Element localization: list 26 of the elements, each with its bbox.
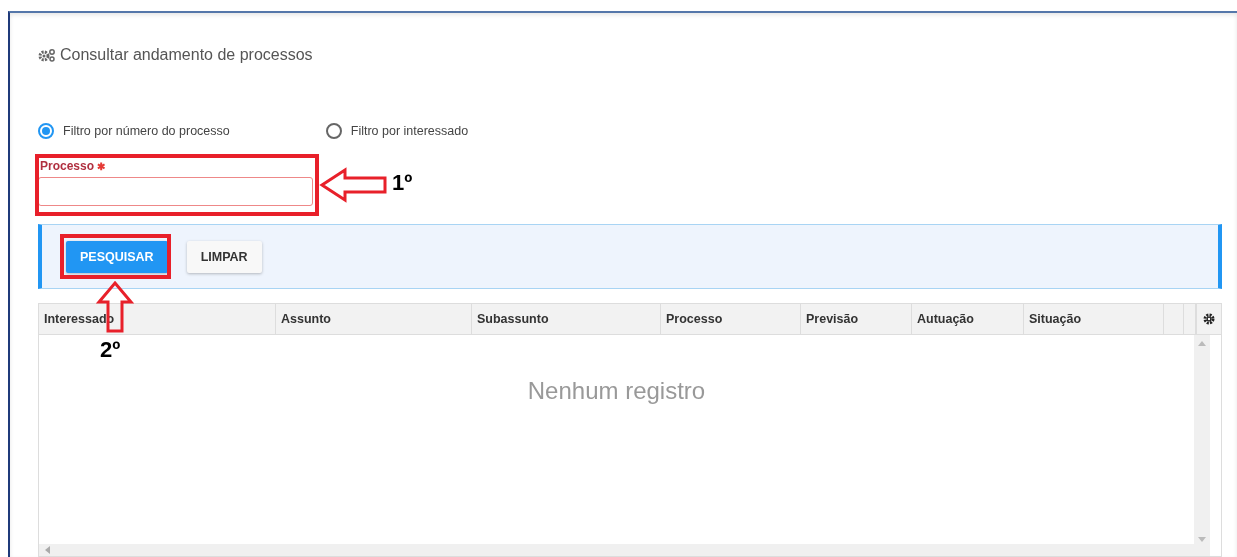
scroll-left-icon[interactable]	[45, 546, 50, 554]
step-number: 1º	[392, 170, 413, 196]
column-header[interactable]: Autuação	[912, 304, 1024, 334]
page-title: Consultar andamento de processos	[60, 46, 313, 64]
scroll-up-icon[interactable]	[1198, 341, 1206, 346]
radio-button[interactable]	[325, 123, 342, 139]
column-header[interactable]: Assunto	[276, 304, 472, 334]
radio-button[interactable]	[38, 123, 54, 139]
clear-button[interactable]: LIMPAR	[186, 240, 262, 273]
input-field[interactable]	[38, 177, 313, 206]
column-header[interactable]: Processo	[661, 304, 801, 334]
radio-label: Filtro por número do processo	[63, 124, 230, 138]
required-mark: ✱	[97, 161, 106, 172]
vertical-scrollbar[interactable]	[1194, 335, 1210, 556]
horizontal-scrollbar[interactable]	[39, 544, 1194, 556]
settings-icon[interactable]	[1203, 313, 1215, 325]
step-number: 2º	[100, 337, 121, 363]
field-label: Processo	[40, 159, 95, 173]
column-header[interactable]: Previsão	[801, 304, 912, 334]
column-header[interactable]: Situação	[1024, 304, 1164, 334]
gears-icon	[38, 48, 56, 62]
scroll-down-icon[interactable]	[1198, 537, 1206, 542]
radio-label: Filtro por interessado	[350, 124, 469, 138]
arrow-drawing	[319, 167, 389, 203]
column-header[interactable]: Subassunto	[472, 304, 661, 334]
empty-message: Nenhum registro	[527, 377, 706, 404]
